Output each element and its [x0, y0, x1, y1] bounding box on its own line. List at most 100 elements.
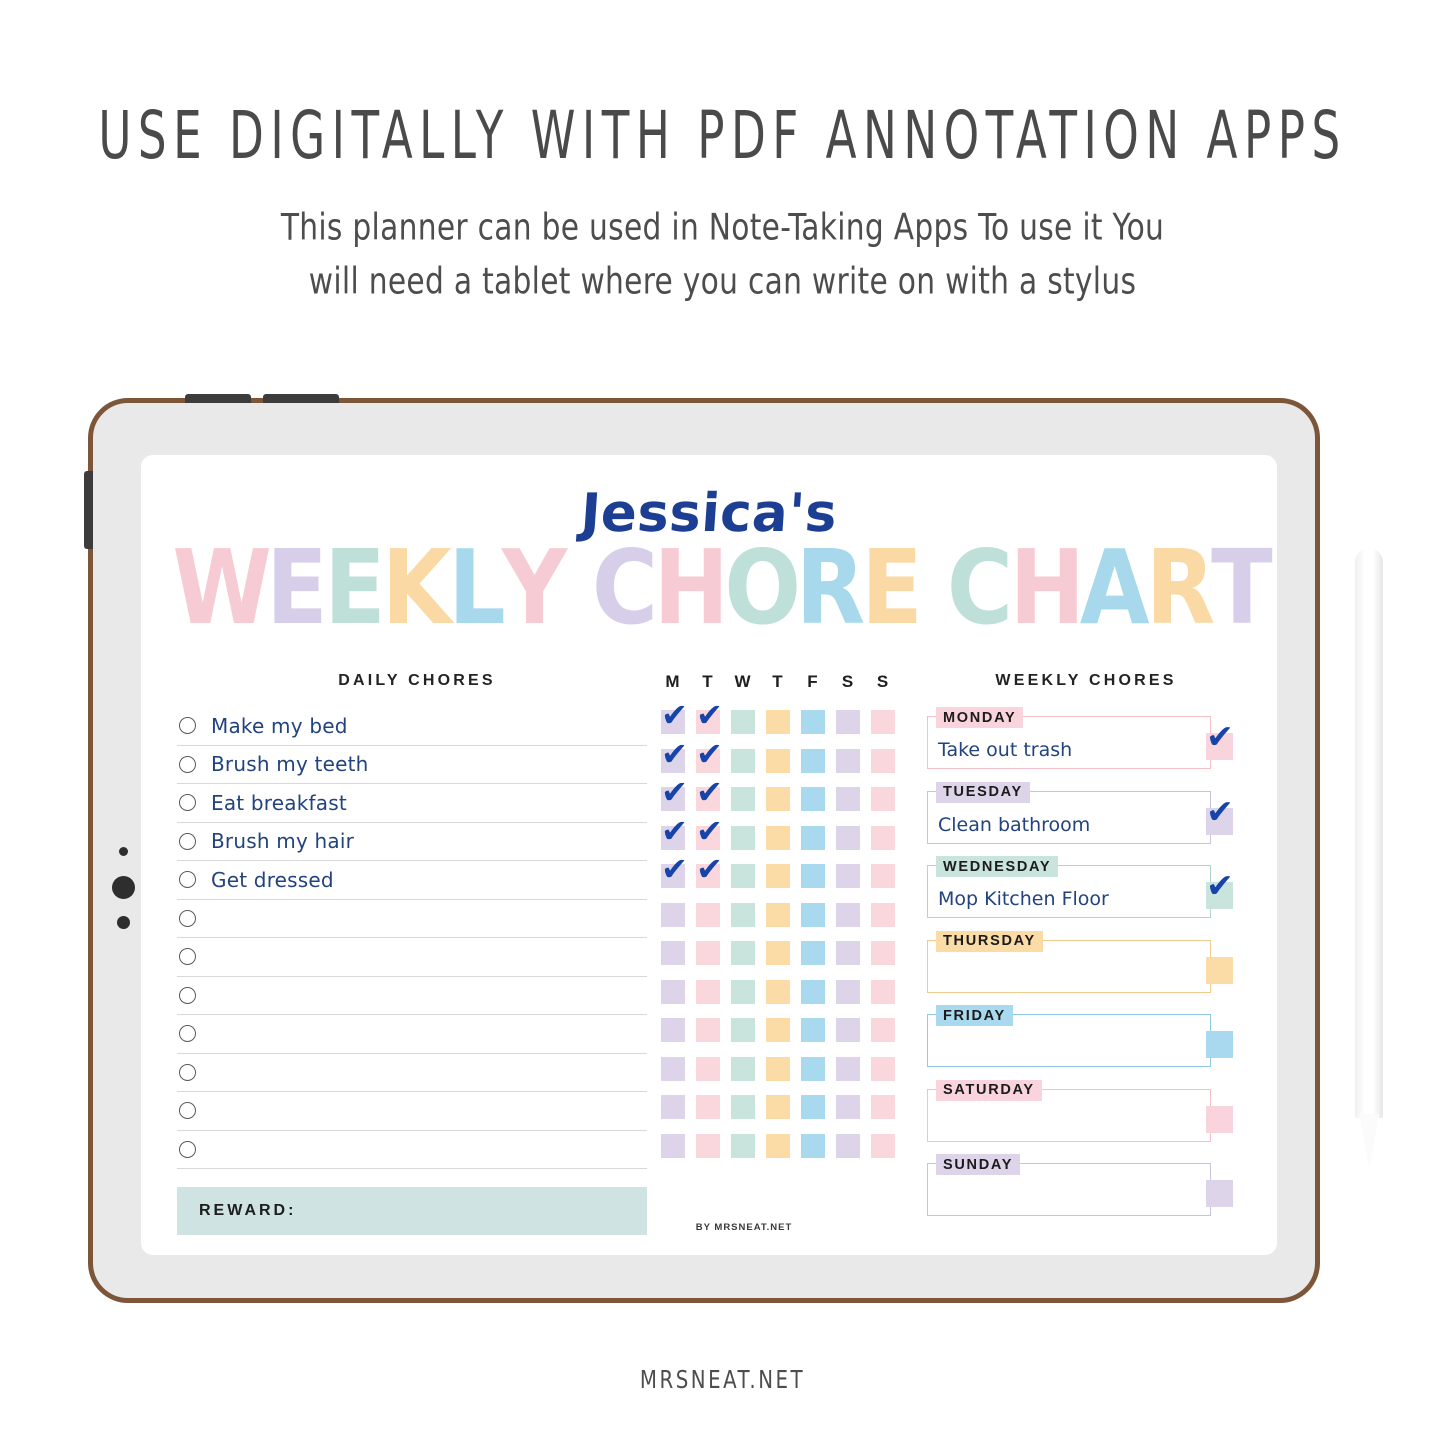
weekday-checkbox[interactable]: ✔: [695, 737, 723, 773]
weekday-checkbox[interactable]: [695, 941, 720, 966]
weekday-checkbox[interactable]: [730, 979, 755, 1004]
daily-chore-checkbox[interactable]: [179, 1025, 196, 1043]
weekday-checkbox[interactable]: [800, 941, 825, 966]
weekday-checkbox[interactable]: [800, 1095, 825, 1120]
daily-chore-row[interactable]: [177, 1054, 647, 1092]
weekday-checkbox[interactable]: [730, 1133, 755, 1158]
weekday-checkbox[interactable]: [800, 787, 825, 812]
daily-chore-row[interactable]: [177, 938, 647, 977]
weekday-checkbox[interactable]: ✔: [695, 698, 723, 735]
daily-chore-checkbox[interactable]: [179, 986, 196, 1004]
weekday-checkbox[interactable]: [800, 1018, 825, 1043]
daily-chore-label[interactable]: Brush my teeth: [211, 752, 369, 776]
weekly-chore-task[interactable]: Take out trash: [938, 739, 1072, 761]
weekday-checkbox[interactable]: [765, 1018, 790, 1043]
weekday-checkbox[interactable]: ✔: [660, 852, 688, 889]
weekday-checkbox[interactable]: [765, 1095, 790, 1120]
weekday-checkbox[interactable]: [835, 902, 860, 927]
weekday-checkbox[interactable]: [870, 1056, 895, 1081]
daily-chore-checkbox[interactable]: [179, 1140, 196, 1158]
weekday-checkbox[interactable]: [695, 1095, 720, 1120]
weekday-checkbox[interactable]: [765, 825, 790, 850]
weekday-checkbox[interactable]: [835, 864, 860, 889]
weekday-checkbox[interactable]: [870, 825, 895, 850]
daily-chore-label[interactable]: Brush my hair: [211, 829, 354, 853]
weekly-chore-task[interactable]: Clean bathroom: [938, 814, 1090, 836]
weekday-checkbox[interactable]: [800, 825, 825, 850]
weekday-checkbox[interactable]: [800, 1056, 825, 1081]
weekday-checkbox[interactable]: [730, 864, 755, 889]
weekday-checkbox[interactable]: [765, 941, 790, 966]
weekday-checkbox[interactable]: [870, 941, 895, 966]
weekday-checkbox[interactable]: ✔: [660, 698, 688, 735]
weekday-checkbox[interactable]: [870, 979, 895, 1004]
weekday-checkbox[interactable]: [765, 902, 790, 927]
weekday-checkbox[interactable]: [730, 1018, 755, 1043]
daily-chore-checkbox[interactable]: [179, 1102, 196, 1120]
daily-chore-checkbox[interactable]: [179, 755, 196, 773]
daily-chore-checkbox[interactable]: [179, 832, 196, 850]
weekday-checkbox[interactable]: [835, 1018, 860, 1043]
weekday-checkbox[interactable]: [765, 748, 790, 773]
weekday-checkbox[interactable]: [765, 1133, 790, 1158]
weekday-checkbox[interactable]: [695, 1018, 720, 1043]
weekday-checkbox[interactable]: [800, 1133, 825, 1158]
weekday-checkbox[interactable]: [835, 748, 860, 773]
daily-chore-row[interactable]: [177, 900, 647, 938]
weekday-checkbox[interactable]: [730, 941, 755, 966]
weekday-checkbox[interactable]: [835, 1095, 860, 1120]
weekly-chore-checkbox[interactable]: [1206, 956, 1233, 984]
daily-chore-row[interactable]: [177, 1015, 647, 1054]
weekly-chore-checkbox[interactable]: [1206, 1031, 1233, 1058]
weekday-checkbox[interactable]: [870, 787, 895, 812]
weekly-chore-checkbox[interactable]: ✔: [1206, 794, 1234, 835]
weekday-checkbox[interactable]: [800, 979, 825, 1004]
daily-chore-checkbox[interactable]: [179, 871, 196, 889]
weekday-checkbox[interactable]: [765, 787, 790, 812]
daily-chore-row[interactable]: [177, 1131, 647, 1169]
weekday-checkbox[interactable]: [870, 864, 895, 889]
weekday-checkbox[interactable]: [835, 941, 860, 966]
weekday-checkbox[interactable]: [730, 710, 755, 735]
weekday-checkbox[interactable]: [695, 1133, 720, 1158]
weekday-checkbox[interactable]: [870, 1133, 895, 1158]
weekday-checkbox[interactable]: ✔: [695, 814, 723, 850]
weekly-chore-checkbox[interactable]: ✔: [1206, 869, 1234, 909]
daily-chore-row[interactable]: Make my bed: [177, 707, 647, 746]
daily-chore-row[interactable]: Get dressed: [177, 861, 647, 900]
weekday-checkbox[interactable]: ✔: [695, 775, 723, 812]
weekday-checkbox[interactable]: [695, 1056, 720, 1081]
daily-chore-checkbox[interactable]: [179, 1063, 196, 1081]
daily-chore-row[interactable]: Brush my hair: [177, 823, 647, 861]
weekday-checkbox[interactable]: [660, 1095, 685, 1120]
weekday-checkbox[interactable]: [835, 825, 860, 850]
weekday-checkbox[interactable]: [870, 902, 895, 927]
power-button[interactable]: [84, 471, 93, 549]
weekday-checkbox[interactable]: [730, 825, 755, 850]
weekday-checkbox[interactable]: ✔: [660, 775, 688, 812]
weekday-checkbox[interactable]: [660, 979, 685, 1004]
weekday-checkbox[interactable]: ✔: [660, 737, 688, 773]
weekday-checkbox[interactable]: [800, 710, 825, 735]
weekday-checkbox[interactable]: [870, 748, 895, 773]
weekday-checkbox[interactable]: [730, 787, 755, 812]
daily-chore-checkbox[interactable]: [179, 909, 196, 927]
weekday-checkbox[interactable]: [765, 864, 790, 889]
weekday-checkbox[interactable]: [835, 979, 860, 1004]
weekday-checkbox[interactable]: [870, 1018, 895, 1043]
daily-chore-checkbox[interactable]: [179, 948, 196, 966]
daily-chore-row[interactable]: [177, 977, 647, 1015]
weekday-checkbox[interactable]: [835, 710, 860, 735]
weekly-chore-checkbox[interactable]: [1206, 1180, 1233, 1207]
volume-up-button[interactable]: [185, 394, 251, 403]
weekday-checkbox[interactable]: [835, 787, 860, 812]
weekly-chore-checkbox[interactable]: ✔: [1206, 720, 1234, 760]
weekday-checkbox[interactable]: [660, 1056, 685, 1081]
weekday-checkbox[interactable]: [730, 1056, 755, 1081]
weekday-checkbox[interactable]: [730, 1095, 755, 1120]
weekday-checkbox[interactable]: [765, 1056, 790, 1081]
daily-chore-checkbox[interactable]: [179, 717, 196, 735]
weekday-checkbox[interactable]: [660, 902, 685, 927]
weekday-checkbox[interactable]: [660, 1018, 685, 1043]
weekday-checkbox[interactable]: [800, 902, 825, 927]
